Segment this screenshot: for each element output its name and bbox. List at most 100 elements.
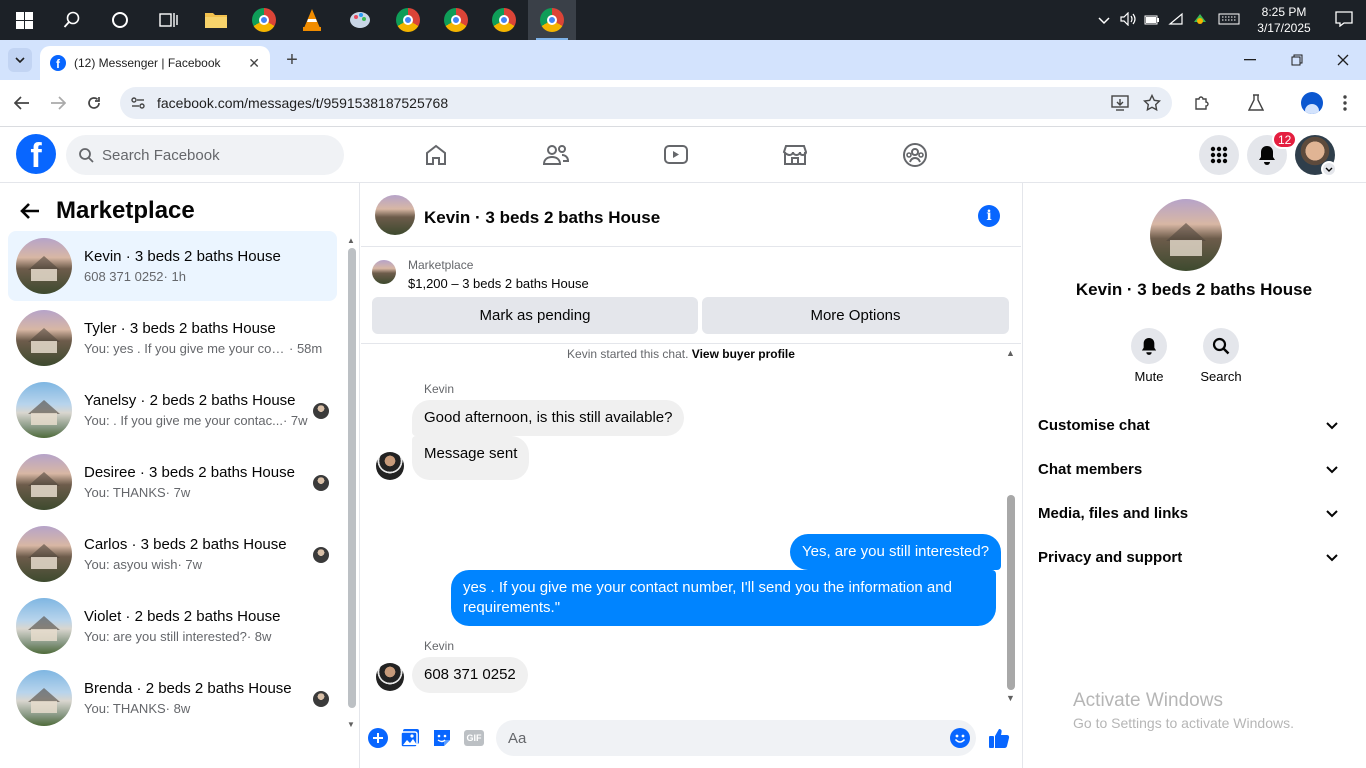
emoji-icon[interactable]: [950, 728, 970, 752]
paint-icon[interactable]: [336, 0, 384, 40]
scroll-down-arrow-icon[interactable]: ▼: [347, 720, 355, 729]
friends-icon[interactable]: [540, 139, 572, 171]
listing-title[interactable]: $1,200 – 3 beds 2 baths House: [408, 276, 589, 291]
task-view-icon[interactable]: [144, 0, 192, 40]
conversation-item-violet[interactable]: Violet · 2 beds 2 baths House You: are y…: [8, 591, 337, 661]
network-app-icon[interactable]: [1188, 12, 1212, 29]
info-icon[interactable]: i: [978, 205, 1000, 227]
conversation-item-desiree[interactable]: Desiree · 3 beds 2 baths House You: THAN…: [8, 447, 337, 517]
chrome-profile-2-icon[interactable]: [432, 0, 480, 40]
details-name: Kevin · 3 beds 2 baths House: [1075, 280, 1313, 299]
conversation-item-kevin[interactable]: Kevin · 3 beds 2 baths House 608 371 025…: [8, 231, 337, 301]
mute-label[interactable]: Mute: [1119, 369, 1179, 384]
extensions-puzzle-icon[interactable]: [1189, 90, 1215, 116]
conversation-item-carlos[interactable]: Carlos · 3 beds 2 baths House You: asyou…: [8, 519, 337, 589]
section-chat-members[interactable]: Chat members: [1038, 457, 1338, 481]
groups-icon[interactable]: [899, 139, 931, 171]
sticker-icon[interactable]: [431, 727, 453, 749]
search-icon[interactable]: [48, 0, 96, 40]
account-chevron-down-icon[interactable]: [1321, 161, 1337, 177]
plus-circle-icon[interactable]: [367, 727, 389, 749]
chrome-profile-b-icon[interactable]: [240, 0, 288, 40]
file-explorer-icon[interactable]: [192, 0, 240, 40]
video-watch-icon[interactable]: [660, 139, 692, 171]
section-privacy-support[interactable]: Privacy and support: [1038, 545, 1338, 569]
photo-icon[interactable]: [399, 727, 421, 749]
chat-avatar[interactable]: [375, 195, 415, 235]
conversation-item-tyler[interactable]: Tyler · 3 beds 2 baths House You: yes . …: [8, 303, 337, 373]
chevron-up-icon[interactable]: [1092, 13, 1116, 28]
conversation-item-yanelsy[interactable]: Yanelsy · 2 beds 2 baths House You: . If…: [8, 375, 337, 445]
search-in-chat-icon[interactable]: [1203, 328, 1239, 364]
conversation-list-scrollbar[interactable]: [348, 248, 356, 708]
tab-search-chevron-icon[interactable]: [8, 48, 32, 72]
details-avatar[interactable]: [1150, 199, 1222, 271]
home-icon[interactable]: [420, 139, 452, 171]
reload-icon[interactable]: [81, 90, 107, 116]
outgoing-message-line2: requirements.": [463, 599, 561, 616]
conversation-avatar: [16, 238, 72, 294]
volume-icon[interactable]: [1116, 11, 1140, 29]
vlc-icon[interactable]: [288, 0, 336, 40]
gif-icon[interactable]: GIF: [463, 727, 485, 749]
chrome-profile-3-icon[interactable]: [480, 0, 528, 40]
windows-start-icon[interactable]: [0, 0, 48, 40]
profile-avatar-icon[interactable]: [1299, 90, 1325, 116]
scroll-up-arrow-icon[interactable]: ▲: [347, 236, 355, 245]
mute-bell-icon[interactable]: [1131, 328, 1167, 364]
clock[interactable]: 8:25 PM 3/17/2025: [1246, 4, 1322, 36]
minimize-icon[interactable]: [1240, 50, 1260, 70]
chat-scroll-up-arrow-icon[interactable]: ▲: [1006, 348, 1015, 358]
new-tab-plus-icon[interactable]: +: [282, 49, 302, 71]
outgoing-message[interactable]: Yes, are you still interested?: [790, 534, 1002, 570]
tab-close-icon[interactable]: ✕: [248, 55, 260, 72]
chrome-profile-1-icon[interactable]: [384, 0, 432, 40]
notifications-center-icon[interactable]: [1322, 10, 1366, 30]
like-thumbs-up-icon[interactable]: [987, 726, 1011, 750]
menu-grid-icon[interactable]: [1199, 135, 1239, 175]
conversation-title: Violet · 2 beds 2 baths House: [84, 608, 281, 625]
search-label[interactable]: Search: [1191, 369, 1251, 384]
forward-arrow-icon[interactable]: [45, 90, 71, 116]
section-media-files-links[interactable]: Media, files and links: [1038, 501, 1338, 525]
mark-as-pending-button[interactable]: Mark as pending: [372, 297, 698, 334]
clock-time: 8:25 PM: [1261, 5, 1307, 19]
window-close-icon[interactable]: [1333, 50, 1353, 70]
message-input[interactable]: Aa: [496, 720, 976, 756]
chrome-menu-icon[interactable]: [1332, 90, 1358, 116]
facebook-search-input[interactable]: Search Facebook: [66, 135, 344, 175]
bookmark-star-icon[interactable]: [1139, 90, 1165, 116]
back-arrow-icon[interactable]: [9, 90, 35, 116]
incoming-message[interactable]: 608 371 0252: [412, 657, 528, 693]
restore-icon[interactable]: [1287, 50, 1307, 70]
wifi-icon[interactable]: [1164, 12, 1188, 29]
search-placeholder: Search Facebook: [102, 146, 220, 164]
install-app-icon[interactable]: [1107, 90, 1133, 116]
battery-icon[interactable]: [1140, 13, 1164, 28]
section-customise-chat[interactable]: Customise chat: [1038, 413, 1338, 437]
incoming-message[interactable]: Good afternoon, is this still available?: [412, 400, 685, 436]
kevin-avatar[interactable]: [376, 663, 404, 691]
keyboard-icon[interactable]: [1212, 13, 1246, 28]
conversation-preview: You: are you still interested?: [84, 629, 247, 644]
browser-tab-messenger[interactable]: f (12) Messenger | Facebook ✕: [40, 46, 270, 80]
chat-scrollbar[interactable]: [1007, 495, 1015, 690]
back-arrow-icon[interactable]: [20, 199, 44, 223]
view-buyer-profile-link[interactable]: View buyer profile: [692, 347, 795, 361]
outgoing-message[interactable]: yes . If you give me your contact number…: [451, 570, 996, 626]
conversation-item-brenda[interactable]: Brenda · 2 beds 2 baths House You: THANK…: [8, 663, 337, 733]
chrome-active-icon[interactable]: [528, 0, 576, 40]
marketplace-store-icon[interactable]: [779, 139, 811, 171]
listing-thumbnail[interactable]: [372, 260, 396, 284]
chat-title[interactable]: Kevin · 3 beds 2 baths House: [424, 208, 660, 228]
incoming-message[interactable]: Message sent: [412, 436, 530, 480]
kevin-avatar[interactable]: [376, 452, 404, 480]
more-options-button[interactable]: More Options: [702, 297, 1009, 334]
site-settings-icon[interactable]: [130, 95, 146, 114]
address-bar[interactable]: facebook.com/messages/t/9591538187525768: [120, 87, 1172, 119]
conversation-time: · 7w: [177, 557, 203, 572]
chat-scroll-down-arrow-icon[interactable]: ▼: [1006, 693, 1015, 703]
labs-flask-icon[interactable]: [1243, 90, 1269, 116]
cortana-icon[interactable]: [96, 0, 144, 40]
facebook-logo-icon[interactable]: f: [16, 134, 56, 174]
